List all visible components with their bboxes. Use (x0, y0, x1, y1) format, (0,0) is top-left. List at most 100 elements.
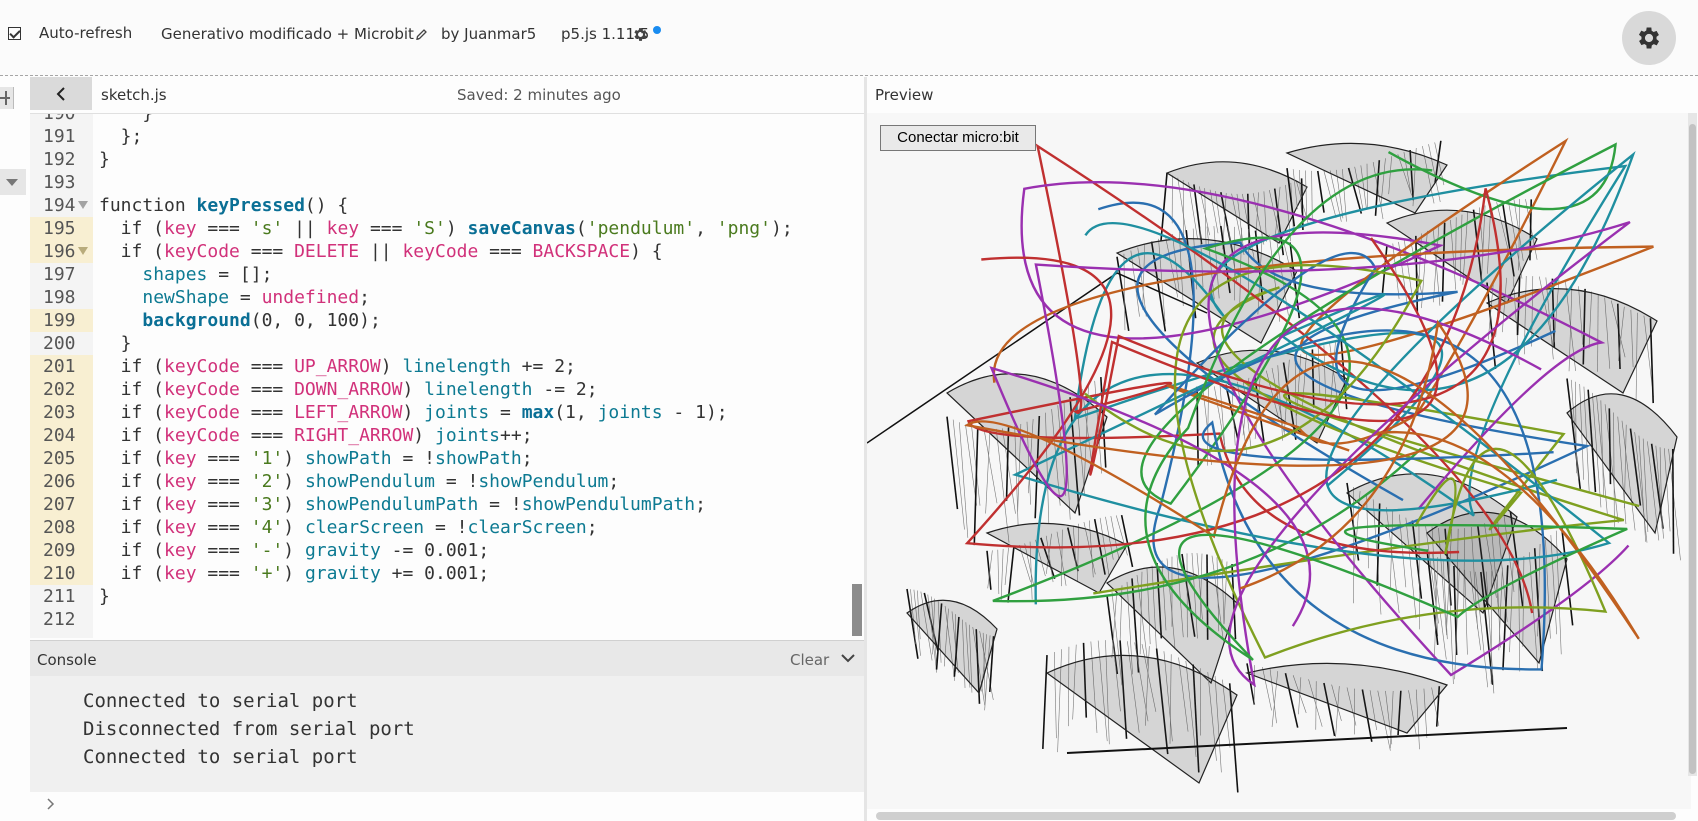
code-text: } (99, 333, 132, 354)
line-number: 210 (30, 562, 93, 585)
console-output: Connected to serial port Disconnected fr… (30, 676, 864, 792)
code-line[interactable]: 209 if (key === '-') gravity -= 0.001; (30, 539, 864, 562)
sketch-canvas[interactable] (867, 113, 1691, 809)
line-number: 193 (43, 172, 76, 193)
code-line[interactable]: 193 (30, 171, 864, 194)
code-text: function keyPressed() { (99, 195, 349, 216)
code-line[interactable]: 196 if (keyCode === DELETE || keyCode ==… (30, 240, 864, 263)
line-number: 201 (30, 355, 93, 378)
code-line[interactable]: 190 } (30, 113, 864, 125)
preview-canvas[interactable]: Conectar micro:bit (867, 113, 1691, 809)
collapse-sidebar-button[interactable] (30, 77, 92, 110)
line-number: 199 (30, 309, 93, 332)
line-number: 203 (30, 401, 93, 424)
preview-horizontal-scrollbar[interactable] (876, 812, 1676, 820)
code-text: if (key === '-') gravity -= 0.001; (99, 540, 490, 561)
line-number: 197 (43, 264, 76, 285)
auto-refresh-checkbox[interactable] (8, 26, 21, 40)
editor-scrollbar[interactable] (852, 584, 862, 636)
code-text: if (keyCode === DELETE || keyCode === BA… (99, 241, 663, 262)
code-line[interactable]: 205 if (key === '1') showPath = !showPat… (30, 447, 864, 470)
code-text: shapes = []; (142, 264, 273, 285)
gear-icon[interactable] (632, 26, 649, 43)
line-number: 208 (30, 516, 93, 539)
code-text: if (key === '4') clearScreen = !clearScr… (99, 517, 598, 538)
code-line[interactable]: 195 if (key === 's' || key === 'S') save… (30, 217, 864, 240)
add-file-button[interactable] (0, 87, 14, 109)
console-message: Connected to serial port (83, 746, 358, 768)
line-number: 207 (30, 493, 93, 516)
pendulum-shape (1485, 275, 1658, 404)
file-name[interactable]: sketch.js (101, 86, 167, 104)
line-number: 191 (43, 126, 76, 147)
code-text: if (keyCode === LEFT_ARROW) joints = max… (99, 402, 728, 423)
line-number: 204 (30, 424, 93, 447)
code-editor[interactable]: 190 } 191 }; 192} 193 194 function keyPressed… (30, 113, 864, 638)
console-message: Disconnected from serial port (83, 718, 415, 740)
code-line[interactable]: 207 if (key === '3') showPendulumPath = … (30, 493, 864, 516)
code-text: if (keyCode === RIGHT_ARROW) joints++; (99, 425, 533, 446)
line-number: 209 (30, 539, 93, 562)
code-text: if (key === '2') showPendulum = !showPen… (99, 471, 620, 492)
pendulum-shape (1244, 662, 1449, 751)
code-text: } (99, 149, 110, 170)
code-line[interactable]: 192} (30, 148, 864, 171)
chevron-down-icon[interactable] (840, 652, 856, 664)
code-line[interactable]: 202 if (keyCode === DOWN_ARROW) lineleng… (30, 378, 864, 401)
code-text: } (99, 586, 110, 607)
code-line[interactable]: 211} (30, 585, 864, 608)
code-line[interactable]: 201 if (keyCode === UP_ARROW) linelength… (30, 355, 864, 378)
code-line[interactable]: 194 function keyPressed() { (30, 194, 864, 217)
connect-microbit-button[interactable]: Conectar micro:bit (880, 125, 1036, 151)
author-link[interactable]: by Juanmar5 (441, 25, 536, 43)
preview-vertical-scroll-thumb[interactable] (1689, 124, 1696, 774)
auto-refresh-toggle[interactable]: Auto-refresh (8, 24, 132, 42)
console-clear-button[interactable]: Clear (790, 651, 829, 669)
console-prompt-icon[interactable] (46, 798, 56, 810)
line-number: 190 (43, 113, 76, 124)
auto-refresh-label: Auto-refresh (39, 24, 133, 42)
update-dot (653, 26, 661, 34)
code-line[interactable]: 206 if (key === '2') showPendulum = !sho… (30, 470, 864, 493)
code-text: background(0, 0, 100); (142, 310, 381, 331)
line-number: 192 (43, 149, 76, 170)
fold-arrow-icon[interactable] (78, 247, 88, 255)
pencil-icon[interactable] (415, 28, 428, 41)
top-toolbar: Auto-refresh Generativo modificado + Mic… (0, 0, 1698, 76)
code-line[interactable]: 199 background(0, 0, 100); (30, 309, 864, 332)
code-line[interactable]: 191 }; (30, 125, 864, 148)
code-line[interactable]: 203 if (keyCode === LEFT_ARROW) joints =… (30, 401, 864, 424)
code-text: if (keyCode === DOWN_ARROW) linelength -… (99, 379, 598, 400)
sidebar-dropdown-button[interactable] (0, 169, 26, 195)
saved-status: Saved: 2 minutes ago (457, 86, 621, 104)
preview-label: Preview (875, 86, 934, 104)
code-text: newShape = undefined; (142, 287, 370, 308)
code-line[interactable]: 200 } (30, 332, 864, 355)
code-line[interactable]: 210 if (key === '+') gravity += 0.001; (30, 562, 864, 585)
line-number: 195 (30, 217, 93, 240)
project-name[interactable]: Generativo modificado + Microbit (161, 25, 414, 43)
line-number: 206 (30, 470, 93, 493)
fold-arrow-icon[interactable] (78, 201, 88, 209)
settings-gear-icon (1638, 27, 1660, 49)
chevron-left-icon (56, 86, 65, 101)
console-message: Connected to serial port (83, 690, 358, 712)
settings-button[interactable] (1622, 11, 1676, 65)
code-text: if (key === '1') showPath = !showPath; (99, 448, 533, 469)
code-text: if (key === 's' || key === 'S') saveCanv… (99, 218, 793, 239)
line-number: 202 (30, 378, 93, 401)
line-number: 200 (43, 333, 76, 354)
code-line[interactable]: 208 if (key === '4') clearScreen = !clea… (30, 516, 864, 539)
code-line[interactable]: 197 shapes = []; (30, 263, 864, 286)
code-line[interactable]: 204 if (keyCode === RIGHT_ARROW) joints+… (30, 424, 864, 447)
line-number: 212 (43, 609, 76, 630)
editor-header: sketch.js Saved: 2 minutes ago (30, 77, 864, 114)
code-text: }; (99, 126, 143, 147)
pendulum-shape (1566, 378, 1681, 561)
code-line[interactable]: 198 newShape = undefined; (30, 286, 864, 309)
code-text: if (key === '3') showPendulumPath = !sho… (99, 494, 706, 515)
console-title: Console (37, 651, 97, 669)
code-text: } (99, 113, 154, 124)
code-line[interactable]: 212 (30, 608, 864, 631)
line-number: 205 (30, 447, 93, 470)
